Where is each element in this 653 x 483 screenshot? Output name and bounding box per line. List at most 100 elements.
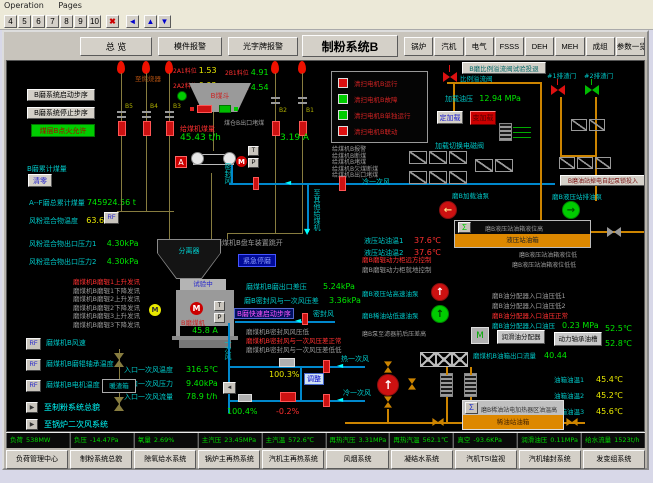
system-button[interactable]: 参数一览 [616,37,645,56]
trend-button[interactable]: T [214,301,225,311]
var-load-button[interactable]: 变加载 [470,111,496,125]
page-number-button[interactable]: 6 [32,15,45,28]
sigma-button[interactable]: Σ [465,402,478,414]
arrow-up-icon[interactable]: ▲ [144,15,157,28]
solenoid-valve-icon[interactable] [475,159,493,172]
cold-pa-valve-icon[interactable] [323,394,330,407]
system-button[interactable]: 成组 [586,37,615,56]
slag-valve-icon[interactable] [114,353,124,367]
page-link[interactable]: 至锅炉二次风系统 [44,419,108,430]
cold-pa-damper2-icon[interactable] [280,392,296,402]
quick-start-button[interactable]: B磨快速启动步序 [234,308,294,319]
ignition-permit-button[interactable]: 煤层B点火允许 [31,124,95,137]
nav-button[interactable]: 发变组系统 [583,450,645,469]
page-number-button[interactable]: 9 [74,15,87,28]
drain-pump-icon[interactable]: → [562,201,580,219]
solenoid-valve-icon[interactable] [589,119,605,131]
rf-button[interactable]: RF [26,338,41,350]
sigma-button[interactable]: Σ [458,222,471,233]
coal-valve-icon[interactable] [118,121,126,136]
mill-stop-seq-button[interactable]: B磨系统停止步序 [27,107,95,119]
nav-button[interactable]: 汽机TSI监视 [455,450,517,469]
slag-gate2-valve-icon[interactable] [585,85,599,95]
fixed-load-button[interactable]: 定加载 [437,111,463,124]
system-button[interactable]: MEH [555,37,584,56]
back-arrow-button[interactable]: ◄ [223,382,236,394]
solenoid-valve-icon[interactable] [429,171,447,184]
coal-valve-icon[interactable] [166,121,174,136]
seal-air-valve-icon[interactable] [302,313,308,325]
module-alarm-button[interactable]: 模件报警 [158,37,222,56]
page-number-button[interactable]: 7 [46,15,59,28]
coal-valve-icon[interactable] [143,121,151,136]
solenoid-valve-icon[interactable] [429,151,447,164]
nav-button[interactable]: 汽机主再热系统 [262,450,324,469]
page-link[interactable]: 至制粉系统总貌 [44,402,100,413]
nav-button[interactable]: 除氧给水系统 [134,450,196,469]
solenoid-valve-icon[interactable] [449,171,467,184]
nav-button[interactable]: 负荷管理中心 [6,450,68,469]
solenoid-valve-icon[interactable] [571,119,587,131]
hot-pa-valve-icon[interactable] [323,360,330,373]
arrow-left-icon[interactable]: ◄ [126,15,139,28]
load-pump-icon[interactable]: ← [439,201,457,219]
manual-valve-icon[interactable] [607,227,621,237]
nav-button[interactable]: 制粉系统总貌 [70,450,132,469]
system-button[interactable]: 汽机 [434,37,463,56]
page-number-button[interactable]: 5 [18,15,31,28]
solenoid-valve-icon[interactable] [449,151,467,164]
solenoid-valve-icon[interactable] [409,171,427,184]
solenoid-valve-icon[interactable] [577,157,593,169]
nav-button[interactable]: 锅炉主再热系统 [198,450,260,469]
solenoid-valve-icon[interactable] [595,157,611,169]
page-number-button[interactable]: 4 [4,15,17,28]
nav-button[interactable]: 汽机轴封系统 [519,450,581,469]
manual-valve-icon[interactable] [566,418,577,426]
goto-arrow-icon[interactable]: ▶ [26,419,38,430]
clear-button[interactable]: 清零 [28,174,52,187]
overview-button[interactable]: 总 览 [80,37,152,56]
manual-valve-icon[interactable] [384,396,392,407]
nav-button[interactable]: 凝结水系统 [391,450,453,469]
point-button[interactable]: P [214,313,225,323]
page-number-button[interactable]: 10 [88,15,101,28]
system-button[interactable]: 电气 [465,37,494,56]
cold-pa-damper-icon[interactable] [238,394,252,402]
solenoid-valve-icon[interactable] [559,157,575,169]
prop-relief-valve-icon[interactable] [443,72,457,82]
gate-open-icon[interactable] [219,105,231,113]
coal-valve-icon[interactable] [272,121,280,136]
solenoid-valve-icon[interactable] [495,159,513,172]
system-button[interactable]: 锅炉 [404,37,433,56]
high-speed-pump-icon[interactable]: ↑ [431,283,449,301]
slag-gate1-valve-icon[interactable] [551,85,565,95]
slag-valve-icon[interactable] [114,397,124,411]
gate-closed-icon[interactable] [197,105,212,113]
manual-valve-icon[interactable] [432,418,443,426]
manual-valve-icon[interactable] [408,378,416,389]
seal-air-valve-icon[interactable] [253,177,259,190]
system-button[interactable]: FSSS [495,37,524,56]
rf-button[interactable]: RF [104,212,119,224]
power-fail-interlock-button[interactable]: B磨油站掉电自起泵锁投入 [560,175,645,186]
feeder-motor-icon[interactable]: M [236,156,247,167]
lube-pump-icon[interactable]: ↑ [377,374,399,396]
solenoid-valve-icon[interactable] [409,151,427,164]
trend-button[interactable]: T [248,146,259,156]
close-alarm-icon[interactable]: ✖ [106,15,119,28]
rf-button[interactable]: RF [26,359,41,371]
mill-motor-icon[interactable]: M [190,302,203,315]
page-number-button[interactable]: 8 [60,15,73,28]
goto-arrow-icon[interactable]: ▶ [26,402,38,413]
menu-pages[interactable]: Pages [58,1,82,10]
mill-start-seq-button[interactable]: B磨系统启动步序 [27,89,95,101]
rf-button[interactable]: RF [26,380,41,392]
adjust-button[interactable]: 调整 [304,373,324,385]
arrow-down-icon[interactable]: ▼ [158,15,171,28]
nav-button[interactable]: 风烟系统 [326,450,388,469]
annunciator-alarm-button[interactable]: 光字牌报警 [228,37,298,56]
system-button[interactable]: DEH [525,37,554,56]
point-button[interactable]: P [248,158,259,168]
low-speed-pump-icon[interactable]: ↑ [431,305,449,323]
manual-valve-icon[interactable] [384,361,392,372]
